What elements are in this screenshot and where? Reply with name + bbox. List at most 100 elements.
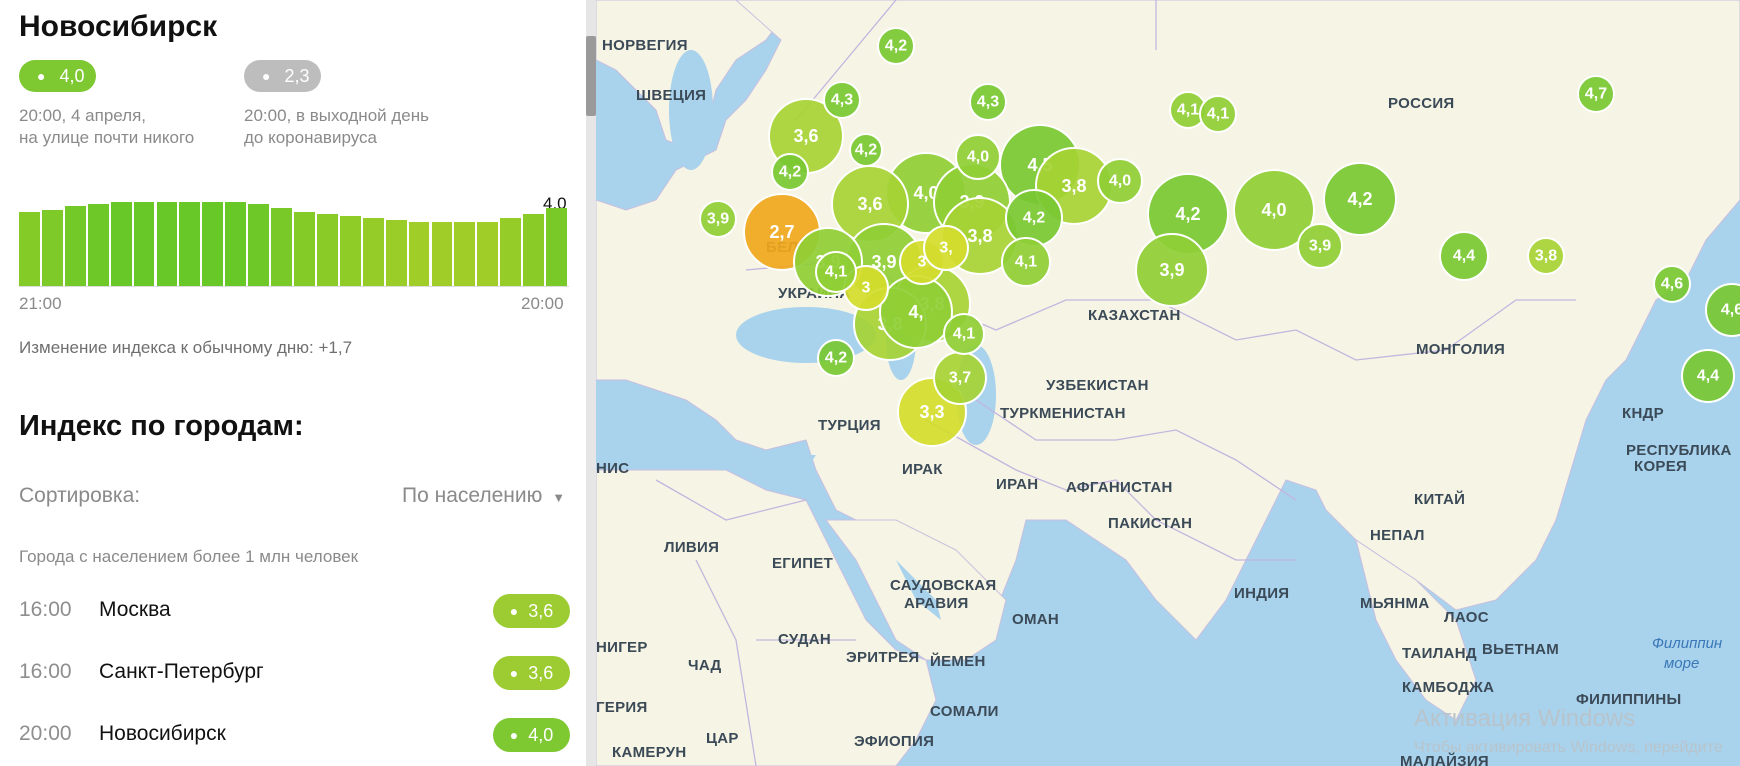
country-label: ЙЕМЕН (930, 652, 986, 670)
country-label: ЕГИПЕТ (772, 555, 833, 572)
city-bubble[interactable]: 4,7 (1577, 75, 1615, 113)
sort-label: Сортировка: (19, 484, 141, 507)
map-view[interactable]: НОРВЕГИЯШВЕЦИЯРОССИЯУКРАИНАКАЗАХСТАНМОНГ… (596, 0, 1740, 766)
chart-x-start-label: 21:00 (19, 294, 62, 313)
city-bubble[interactable]: 4,4 (1439, 231, 1489, 281)
chart-bar (179, 202, 201, 287)
country-label: НИС (596, 460, 629, 477)
current-caption-line2: на улице почти никого (19, 128, 195, 147)
city-bubble[interactable]: 3,9 (1135, 233, 1209, 307)
chart-bar (202, 202, 224, 287)
city-bubble[interactable]: 4,1 (1199, 95, 1237, 133)
baseline-caption-line2: до коронавируса (244, 128, 377, 147)
city-bubble-value: 3,8 (1535, 248, 1557, 265)
current-caption-line1: 20:00, 4 апреля, (19, 106, 147, 125)
country-label: КАЗАХСТАН (1088, 307, 1181, 324)
city-bubble[interactable]: 4,2 (1005, 189, 1063, 247)
chart-bar (110, 202, 132, 287)
city-bubble[interactable]: 4,6 (1653, 265, 1691, 303)
person-icon: ● (262, 68, 271, 84)
city-row-index-value: 3,6 (528, 662, 554, 683)
country-label: ЦАР (706, 730, 739, 747)
cities-section-title: Индекс по городам: (19, 410, 304, 442)
city-bubble-value: 3,9 (1159, 260, 1184, 280)
map-canvas[interactable]: НОРВЕГИЯШВЕЦИЯРОССИЯУКРАИНАКАЗАХСТАНМОНГ… (596, 0, 1740, 766)
city-bubble-value: 4,7 (1585, 86, 1607, 103)
city-bubble[interactable]: 3,7 (933, 351, 987, 405)
chart-bar (64, 206, 86, 287)
country-label: СУДАН (778, 631, 831, 648)
chart-bar (87, 204, 109, 287)
sort-dropdown[interactable]: По населению ▼ (402, 484, 565, 508)
city-row-name[interactable]: Новосибирск (99, 722, 226, 746)
city-bubble[interactable]: 4, (879, 275, 953, 349)
city-bubble[interactable]: 3,8 (1527, 237, 1565, 275)
chart-bar (248, 204, 270, 287)
chart-bar (477, 222, 499, 287)
person-icon: ● (509, 665, 519, 681)
city-row-name[interactable]: Москва (99, 598, 171, 622)
city-bubble[interactable]: 4,2 (877, 27, 915, 65)
country-label: КОРЕЯ (1634, 458, 1687, 475)
country-label: ГЕРИЯ (596, 699, 648, 716)
city-bubble-value: 3,9 (707, 211, 729, 228)
person-icon: ● (509, 727, 519, 743)
city-row-index-value: 4,0 (528, 724, 554, 745)
sidebar-scrollbar-thumb[interactable] (586, 36, 596, 116)
country-label: ЭФИОПИЯ (854, 733, 934, 750)
country-label: МЬЯНМА (1360, 595, 1429, 612)
country-label: УЗБЕКИСТАН (1046, 377, 1149, 394)
country-label: СОМАЛИ (930, 703, 999, 720)
filter-caption: Города с населением более 1 млн человек (19, 547, 359, 566)
city-bubble[interactable]: 4,2 (1323, 162, 1397, 236)
city-bubble[interactable]: 4,2 (817, 339, 855, 377)
city-bubble-value: 4,0 (967, 149, 989, 166)
city-bubble[interactable]: 3,9 (699, 200, 737, 238)
city-bubble[interactable]: 4,3 (969, 83, 1007, 121)
city-bubble[interactable]: 4,0 (1097, 158, 1143, 204)
city-bubble-value: 4, (908, 302, 923, 322)
city-bubble-value: 3,8 (967, 226, 992, 246)
city-bubble[interactable]: 4,3 (823, 81, 861, 119)
current-index-value: 4,0 (59, 65, 85, 86)
country-label: КАМБОДЖА (1402, 679, 1494, 696)
city-bubble[interactable]: 4,4 (1681, 349, 1735, 403)
index-change-text: Изменение индекса к обычному дню: +1,7 (19, 338, 353, 357)
chart-bar (19, 212, 40, 287)
country-label: КАМЕРУН (612, 744, 687, 761)
city-bubble[interactable]: 4,1 (943, 313, 985, 355)
current-index-badge: ● 4,0 (19, 60, 96, 92)
chart-bar (408, 222, 430, 287)
chart-bar (431, 222, 453, 287)
country-label: ЛАОС (1444, 609, 1489, 626)
person-icon: ● (37, 68, 46, 84)
country-label: ИРАК (902, 461, 943, 478)
city-bubble-value: 3,6 (857, 194, 882, 214)
city-bubble[interactable]: 4,1 (815, 251, 857, 293)
city-bubble[interactable]: 3,9 (1297, 223, 1343, 269)
city-bubble-value: 4,0 (1261, 200, 1286, 220)
city-bubble[interactable]: 4,0 (955, 134, 1001, 180)
city-bubble[interactable]: 4,6 (1705, 283, 1740, 337)
city-row-name[interactable]: Санкт-Петербург (99, 660, 264, 684)
city-bubble-value: 4,3 (831, 92, 853, 109)
city-bubble-value: 4,6 (1661, 276, 1683, 293)
city-row-index-badge: ● 4,0 (493, 718, 570, 752)
activation-watermark-text: Чтобы активировать Windows, перейдите (1414, 739, 1723, 756)
city-row-index-badge: ● 3,6 (493, 594, 570, 628)
city-bubble-value: 3,6 (793, 126, 818, 146)
city-bubble[interactable]: 4,2 (849, 133, 883, 167)
sea-label: Филиппин (1652, 635, 1722, 652)
chart-bar (362, 218, 384, 287)
chart-bar (316, 214, 338, 287)
city-bubble-value: 4,2 (1023, 210, 1045, 227)
city-bubble-value: 3,9 (1309, 238, 1331, 255)
country-label: ЛИВИЯ (664, 539, 719, 556)
chart-bar (339, 216, 361, 287)
city-bubble[interactable]: 3, (923, 225, 969, 271)
city-bubble[interactable]: 4,2 (771, 153, 809, 191)
city-bubble-value: 2,7 (769, 222, 794, 242)
city-bubble[interactable]: 4,1 (1001, 237, 1051, 287)
chart-bar (156, 202, 178, 287)
country-label: АФГАНИСТАН (1066, 479, 1173, 496)
